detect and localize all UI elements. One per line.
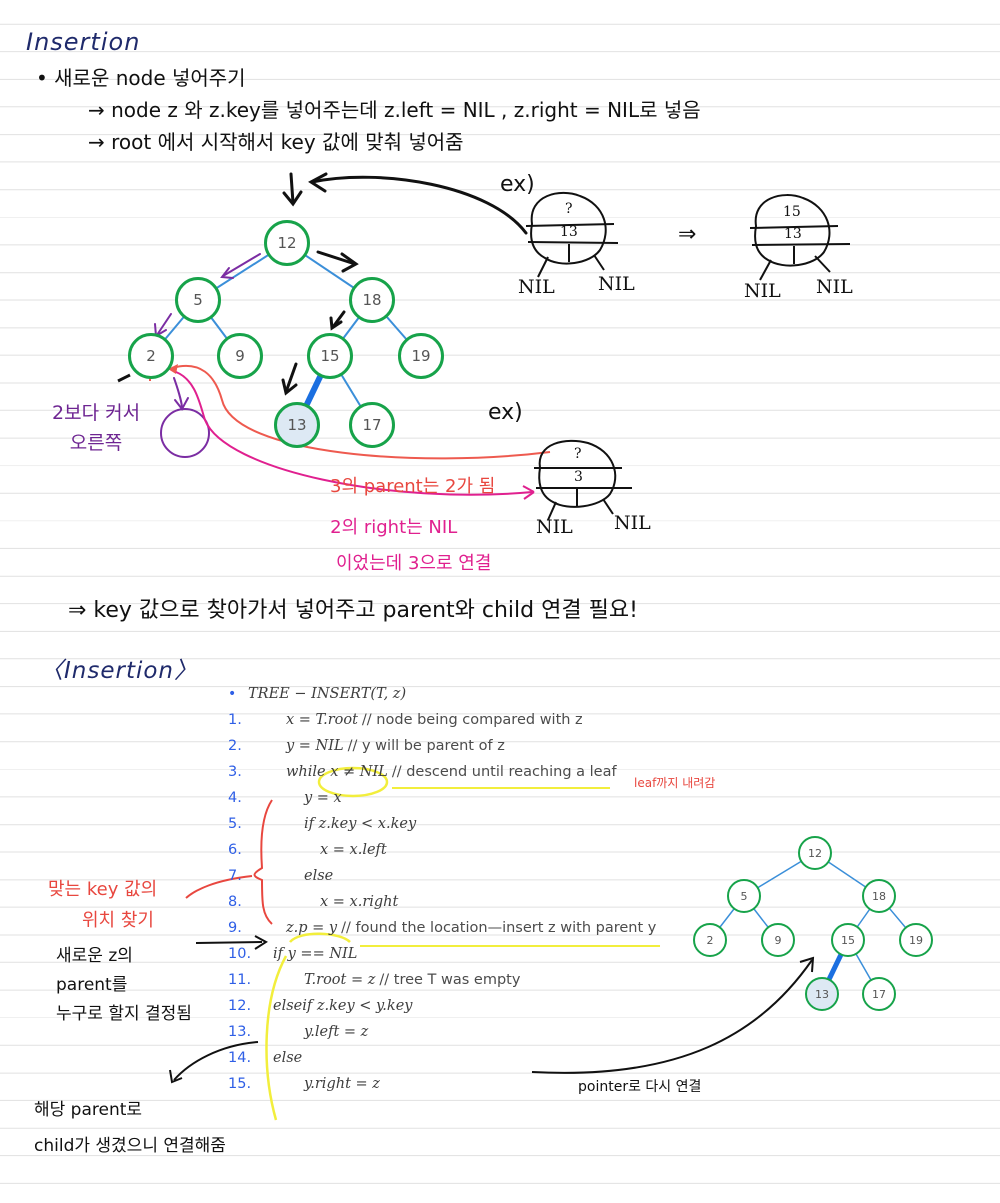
bottom-tree-node-18: 18 [862, 879, 896, 913]
top-tree-node-17: 17 [349, 402, 395, 448]
conclusion-text: ⇒ key 값으로 찾아가서 넣어주고 parent와 child 연결 필요! [68, 598, 638, 623]
bottom-tree-node-9: 9 [761, 923, 795, 957]
bottom-tree-node-15: 15 [831, 923, 865, 957]
code-bullet: • [228, 686, 237, 702]
bottom-tree-node-13-inserted: 13 [805, 977, 839, 1011]
code-comment: // descend until reaching a leaf [391, 764, 617, 780]
ex1-after-top: 15 [783, 204, 801, 220]
code-comment: // y will be parent of z [347, 738, 505, 754]
code-header: TREE − INSERT(T, z) [248, 686, 407, 702]
code-statement: y = NIL [286, 738, 344, 754]
bottom-tree-node-2: 2 [693, 923, 727, 957]
code-line-number: 3. [228, 764, 242, 780]
annotation-bigger-than-2: 2보다 커서 오른쪽 [52, 398, 140, 458]
code-statement: y = x [304, 790, 342, 806]
top-tree-node-12: 12 [264, 220, 310, 266]
ex1-before-top: ? [565, 201, 573, 217]
top-diagram-drawing [117, 172, 851, 521]
code-line-number: 1. [228, 712, 242, 728]
annotation-bigger-line-2: 오른쪽 [69, 432, 123, 454]
ex2-left-nil: NIL [536, 516, 573, 538]
annotation-right-line-1: 2의 right는 NIL [330, 517, 458, 538]
ex1-before-right-nil: NIL [598, 273, 635, 295]
top-tree-node-2: 2 [128, 333, 174, 379]
bottom-tree-edges [709, 852, 917, 996]
annotation-right-nil: 2의 right는 NIL 이었는데 3으로 연결 [296, 510, 491, 582]
ex2-key: 3 [574, 469, 583, 485]
implies-arrow: ⇒ [678, 222, 697, 247]
code-line-text: y = x [304, 790, 342, 806]
ex1-before-left-nil: NIL [518, 276, 555, 298]
annotation-connect-child: 해당 parent로 child가 생겼으니 연결해줌 [34, 1092, 226, 1164]
top-tree-node-9: 9 [217, 333, 263, 379]
annotation-right-line-2: 이었는데 3으로 연결 [336, 553, 492, 574]
bottom-tree-node-12: 12 [798, 836, 832, 870]
code-comment: // node being compared with z [361, 712, 583, 728]
annotation-parent: 3의 parent는 2가 됨 [330, 476, 496, 497]
code-line-text: while x ≠ NIL// descend until reaching a… [286, 764, 617, 780]
bottom-tree-node-5: 5 [727, 879, 761, 913]
ex2-top: ? [574, 446, 582, 462]
top-tree-node-15: 15 [307, 333, 353, 379]
annotation-leaf: leaf까지 내려감 [634, 776, 716, 790]
code-statement: x = T.root [286, 712, 358, 728]
top-tree-node-19: 19 [398, 333, 444, 379]
annotation-connect-line-1: 해당 parent로 [34, 1100, 143, 1120]
annotation-connect-line-2: child가 생겼으니 연결해줌 [34, 1136, 226, 1156]
ex2-right-nil: NIL [614, 512, 651, 534]
code-line-text: y = NIL// y will be parent of z [286, 738, 505, 754]
bottom-tree-node-17: 17 [862, 977, 896, 1011]
notes-page: Insertion • 새로운 node 넣어주기 → node z 와 z.k… [0, 0, 1000, 1203]
ex1-after-key: 13 [784, 226, 802, 242]
top-tree-node-13-inserted: 13 [274, 402, 320, 448]
code-line-text: x = T.root// node being compared with z [286, 712, 583, 728]
ex1-after-right-nil: NIL [816, 276, 853, 298]
code-line-number: 2. [228, 738, 242, 754]
top-tree-node-18: 18 [349, 277, 395, 323]
annotation-bigger-line-1: 2보다 커서 [52, 402, 141, 424]
ex1-before-key: 13 [560, 224, 578, 240]
top-tree-edges [150, 242, 422, 426]
code-line-number: 4. [228, 790, 242, 806]
bottom-tree-node-19: 19 [899, 923, 933, 957]
code-statement: while x ≠ NIL [286, 764, 388, 780]
top-tree-node-5: 5 [175, 277, 221, 323]
ex-label-1: ex) [500, 172, 535, 197]
ex-label-2: ex) [488, 400, 523, 425]
ex1-after-left-nil: NIL [744, 280, 781, 302]
